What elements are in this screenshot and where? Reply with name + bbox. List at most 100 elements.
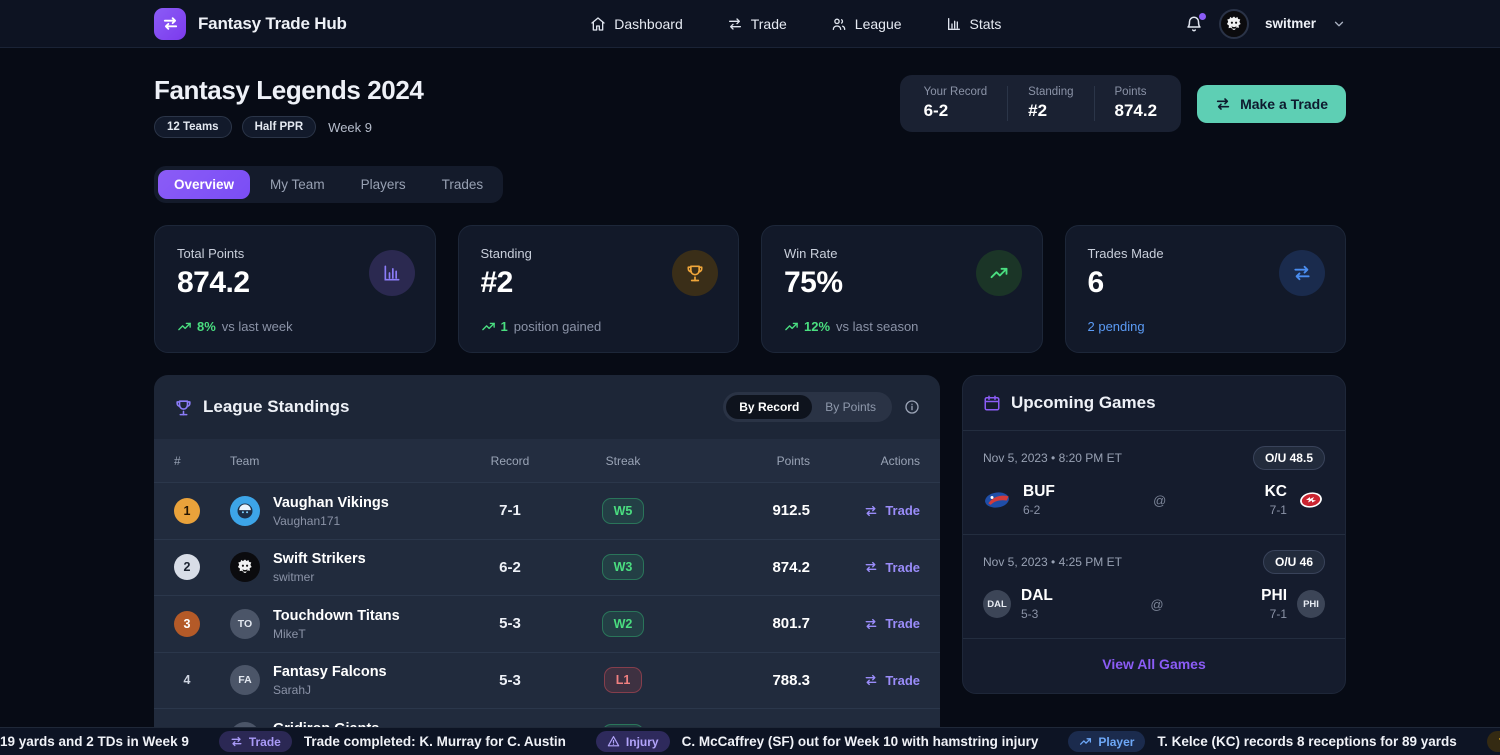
games-title: Upcoming Games: [1011, 393, 1156, 413]
trophy-icon: [672, 250, 718, 296]
week-label: Week 9: [328, 120, 372, 135]
toggle-by-points[interactable]: By Points: [812, 395, 889, 419]
team-points: 788.3: [678, 672, 810, 689]
stat-card-win-rate: Win Rate 75% 12% vs last season: [761, 225, 1043, 353]
streak-badge: W2: [602, 611, 645, 637]
badge-label: Injury: [626, 735, 659, 749]
over-under-badge: O/U 48.5: [1253, 446, 1325, 470]
brand-name: Fantasy Trade Hub: [198, 14, 347, 34]
league-standings-panel: League Standings By Record By Points # T…: [154, 375, 940, 755]
make-a-trade-button[interactable]: Make a Trade: [1197, 85, 1346, 123]
stat-delta: 1: [501, 319, 508, 334]
ticker-item: 19 yards and 2 TDs in Week 9: [0, 734, 189, 749]
team-name: Swift Strikers: [273, 551, 366, 567]
pending-trades-link[interactable]: 2 pending: [1088, 319, 1145, 334]
bills-logo: [983, 489, 1013, 511]
tab-players[interactable]: Players: [345, 170, 422, 199]
tab-trades[interactable]: Trades: [426, 170, 500, 199]
page-title: Fantasy Legends 2024: [154, 75, 423, 106]
table-row: 1 Vaughan VikingsVaughan171 7-1 W5 912.5…: [154, 482, 940, 539]
chiefs-logo: [1297, 489, 1325, 511]
stat-suffix: position gained: [514, 319, 601, 334]
rank-badge: 2: [174, 554, 200, 580]
news-ticker: 19 yards and 2 TDs in Week 9 Trade Trade…: [0, 727, 1500, 755]
brand[interactable]: Fantasy Trade Hub: [154, 8, 347, 40]
eagles-logo: PHI: [1297, 590, 1325, 618]
home-icon: [590, 16, 606, 32]
away-team-abbr: DAL: [1021, 587, 1053, 604]
ticker-text: T. Kelce (KC) records 8 receptions for 8…: [1157, 734, 1456, 749]
away-team-abbr: BUF: [1023, 483, 1055, 500]
swap-arrows-logo-icon: [154, 8, 186, 40]
team-owner: MikeT: [273, 627, 400, 641]
notifications-bell-icon[interactable]: [1185, 15, 1203, 33]
trade-label: Trade: [885, 616, 920, 631]
quick-stat-label: Your Record: [924, 86, 988, 98]
player-badge: Player: [1068, 731, 1145, 752]
nav-label: Stats: [970, 16, 1002, 32]
over-under-badge: O/U 46: [1263, 550, 1325, 574]
toggle-by-record[interactable]: By Record: [726, 395, 812, 419]
nav-menu: Dashboard Trade League Stats: [590, 16, 1001, 32]
away-team-record: 5-3: [1021, 607, 1053, 621]
nav-item-dashboard[interactable]: Dashboard: [590, 16, 683, 32]
trade-label: Trade: [885, 503, 920, 518]
tab-my-team[interactable]: My Team: [254, 170, 341, 199]
trade-label: Trade: [885, 560, 920, 575]
upcoming-games-panel: Upcoming Games Nov 5, 2023 • 8:20 PM ET …: [962, 375, 1346, 694]
home-team-abbr: KC: [1265, 483, 1287, 500]
team-name: Vaughan Vikings: [273, 495, 389, 511]
trending-up-icon: [177, 319, 192, 334]
team-avatar: [230, 552, 260, 582]
streak-badge: W3: [602, 554, 645, 580]
trade-badge: Trade: [219, 731, 292, 752]
col-actions: Actions: [810, 454, 920, 468]
nav-item-trade[interactable]: Trade: [727, 16, 787, 32]
ticker-item: Waiver D. Hopkins claimed off waivers: [1487, 731, 1500, 752]
quick-stat-label: Points: [1115, 86, 1158, 98]
trade-button[interactable]: Trade: [864, 673, 920, 688]
cta-label: Make a Trade: [1240, 96, 1328, 112]
stat-card-total-points: Total Points 874.2 8% vs last week: [154, 225, 436, 353]
ticker-item: Injury C. McCaffrey (SF) out for Week 10…: [596, 731, 1038, 752]
trending-up-icon: [976, 250, 1022, 296]
quick-stat-value: 6-2: [924, 101, 988, 121]
stat-suffix: vs last season: [836, 319, 918, 334]
standings-title: League Standings: [203, 397, 349, 417]
game-datetime: Nov 5, 2023 • 8:20 PM ET: [983, 451, 1122, 465]
username[interactable]: switmer: [1265, 16, 1316, 31]
swap-arrows-icon: [1215, 96, 1231, 112]
notification-dot: [1199, 13, 1206, 20]
col-rank: #: [174, 454, 230, 468]
trade-button[interactable]: Trade: [864, 560, 920, 575]
tab-overview[interactable]: Overview: [158, 170, 250, 199]
team-owner: switmer: [273, 570, 366, 584]
ticker-text: Trade completed: K. Murray for C. Austin: [304, 734, 566, 749]
chevron-down-icon[interactable]: [1332, 17, 1346, 31]
view-tabs: Overview My Team Players Trades: [154, 166, 503, 203]
game-item: Nov 5, 2023 • 8:20 PM ET O/U 48.5 BUF6-2…: [963, 431, 1345, 534]
view-all-games-link[interactable]: View All Games: [1102, 656, 1206, 672]
streak-badge: L1: [604, 667, 643, 693]
ticker-text: 19 yards and 2 TDs in Week 9: [0, 734, 189, 749]
trending-up-icon: [784, 319, 799, 334]
col-streak: Streak: [568, 454, 678, 468]
swap-arrows-icon: [727, 16, 743, 32]
col-team: Team: [230, 454, 452, 468]
nav-label: Dashboard: [614, 16, 683, 32]
nav-item-stats[interactable]: Stats: [946, 16, 1002, 32]
team-points: 874.2: [678, 559, 810, 576]
info-icon[interactable]: [904, 399, 920, 415]
badge-label: Player: [1098, 735, 1134, 749]
trade-button[interactable]: Trade: [864, 503, 920, 518]
user-avatar[interactable]: [1219, 9, 1249, 39]
league-size-badge: 12 Teams: [154, 116, 232, 138]
team-owner: Vaughan171: [273, 514, 389, 528]
team-points: 912.5: [678, 502, 810, 519]
quick-stat-value: 874.2: [1115, 101, 1158, 121]
nav-item-league[interactable]: League: [831, 16, 902, 32]
nav-label: League: [855, 16, 902, 32]
trending-up-icon: [481, 319, 496, 334]
team-avatar: TO: [230, 609, 260, 639]
trade-button[interactable]: Trade: [864, 616, 920, 631]
